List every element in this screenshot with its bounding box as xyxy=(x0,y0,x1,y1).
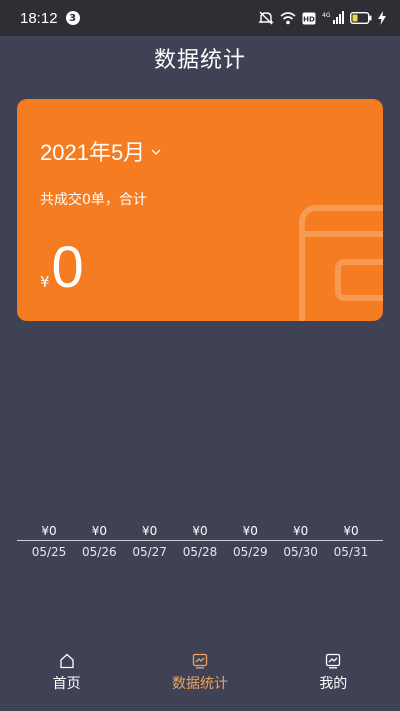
signal-icon: 4G xyxy=(322,11,344,24)
status-icons: HD 4G xyxy=(258,11,386,25)
profile-chart-icon xyxy=(326,653,341,669)
date-label: 05/31 xyxy=(333,545,369,559)
daily-value: ¥0 xyxy=(242,524,258,538)
bottom-tab-bar: 首页 数据统计 我的 xyxy=(0,651,400,711)
daily-value: ¥0 xyxy=(343,524,359,538)
tab-profile-label: 我的 xyxy=(319,676,348,692)
mute-icon xyxy=(258,11,274,25)
charging-icon xyxy=(378,11,386,25)
daily-value: ¥0 xyxy=(41,524,57,538)
network-label: 4G xyxy=(322,12,331,19)
notification-badge: 3 xyxy=(65,11,80,25)
month-selector[interactable]: 2021年5月 xyxy=(40,135,161,167)
date-label: 05/28 xyxy=(182,545,218,559)
tab-statistics[interactable]: 数据统计 xyxy=(145,651,255,693)
date-label: 05/26 xyxy=(82,545,117,559)
date-labels: 05/25 05/26 05/27 05/28 05/29 05/30 05/3… xyxy=(17,545,383,559)
month-label: 2021年5月 xyxy=(40,140,146,165)
total-value: 0 xyxy=(51,235,84,300)
date-label: 05/25 xyxy=(31,545,67,559)
chart-baseline xyxy=(17,540,383,541)
hd-label: HD xyxy=(303,15,315,23)
tab-statistics-label: 数据统计 xyxy=(171,676,228,692)
daily-value: ¥0 xyxy=(293,524,309,538)
status-bar: 18:12 3 HD 4G xyxy=(0,0,400,36)
home-icon xyxy=(60,653,74,669)
tab-home-label: 首页 xyxy=(52,676,81,692)
hd-icon: HD xyxy=(302,12,316,24)
wallet-icon xyxy=(299,205,383,321)
date-label: 05/29 xyxy=(233,545,268,559)
date-label: 05/30 xyxy=(283,545,318,559)
summary-card: 2021年5月 共成交0单，合计 ¥ 0 xyxy=(17,99,383,321)
status-time: 18:12 xyxy=(20,9,58,27)
date-label: 05/27 xyxy=(132,545,167,559)
tab-profile[interactable]: 我的 xyxy=(278,651,388,693)
chart-icon xyxy=(192,653,208,669)
tab-home[interactable]: 首页 xyxy=(12,651,122,693)
daily-value: ¥0 xyxy=(142,524,158,538)
page-title: 数据统计 xyxy=(153,48,246,73)
daily-values: ¥0 ¥0 ¥0 ¥0 ¥0 ¥0 ¥0 xyxy=(17,524,383,540)
battery-icon xyxy=(350,12,372,24)
daily-value: ¥0 xyxy=(192,524,208,538)
currency-symbol: ¥ xyxy=(40,273,50,291)
chevron-down-icon xyxy=(151,149,161,155)
wifi-icon xyxy=(280,11,296,24)
total-amount: ¥ 0 xyxy=(40,237,84,299)
order-summary: 共成交0单，合计 xyxy=(40,192,147,208)
daily-value: ¥0 xyxy=(91,524,107,538)
weekly-chart: ¥0 ¥0 ¥0 ¥0 ¥0 ¥0 ¥0 05/25 05/26 05/27 0… xyxy=(17,524,383,559)
